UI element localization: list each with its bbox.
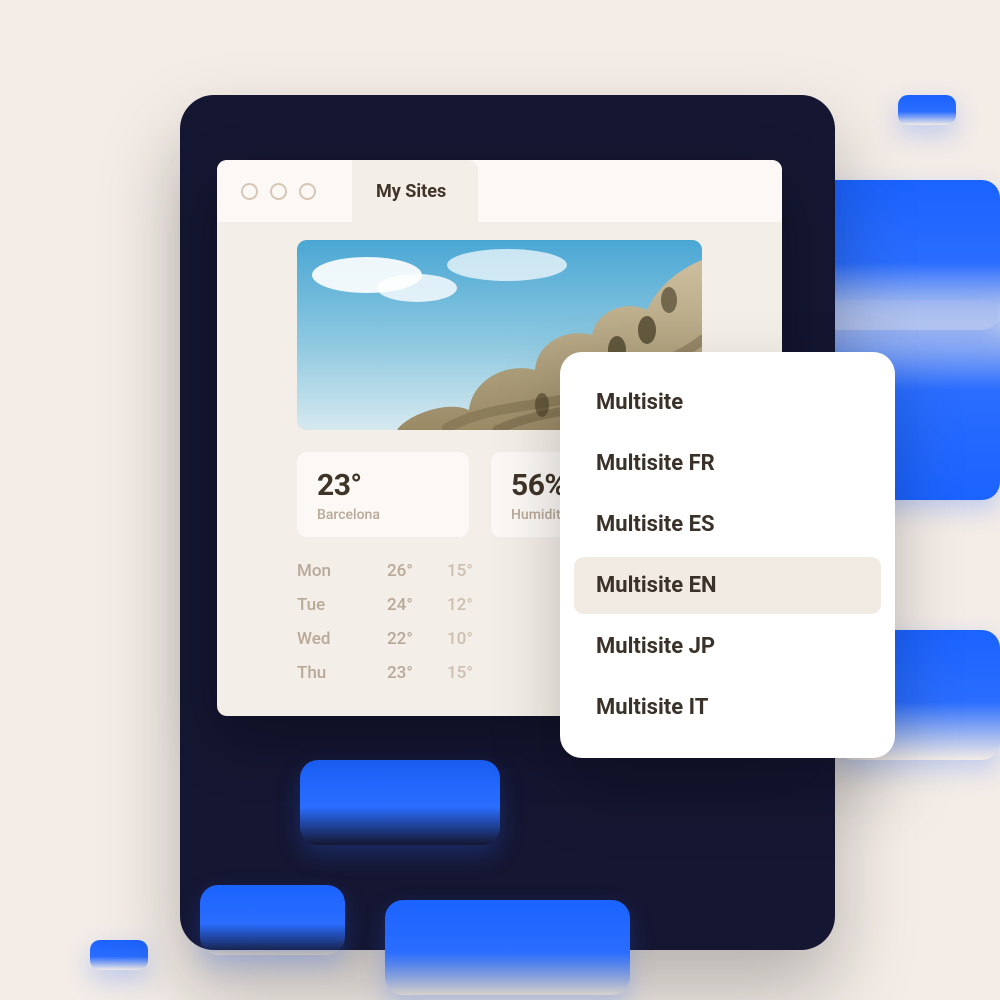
multisite-option[interactable]: Multisite FR (574, 435, 881, 492)
forecast-lo: 15° (447, 561, 507, 581)
decor-blob (200, 885, 345, 955)
forecast-hi: 24° (387, 595, 447, 615)
decor-blob (898, 95, 956, 125)
multisite-option[interactable]: Multisite IT (574, 679, 881, 736)
multisite-option[interactable]: Multisite ES (574, 496, 881, 553)
option-label: Multisite IT (596, 695, 708, 720)
forecast-day: Thu (297, 663, 387, 683)
forecast-hi: 22° (387, 629, 447, 649)
tab-label: My Sites (376, 181, 446, 202)
multisite-option[interactable]: Multisite (574, 374, 881, 431)
forecast-day: Mon (297, 561, 387, 581)
tab-my-sites[interactable]: My Sites (352, 160, 478, 222)
forecast-hi: 23° (387, 663, 447, 683)
multisite-menu[interactable]: Multisite Multisite FR Multisite ES Mult… (560, 352, 895, 758)
traffic-dot[interactable] (270, 183, 287, 200)
temperature-card: 23° Barcelona (297, 452, 469, 537)
option-label: Multisite FR (596, 451, 715, 476)
traffic-dot[interactable] (299, 183, 316, 200)
decor-blob (90, 940, 148, 970)
option-label: Multisite JP (596, 634, 715, 659)
window-controls (217, 183, 352, 200)
forecast-lo: 10° (447, 629, 507, 649)
option-label: Multisite ES (596, 512, 715, 537)
forecast-lo: 15° (447, 663, 507, 683)
multisite-option[interactable]: Multisite JP (574, 618, 881, 675)
forecast-hi: 26° (387, 561, 447, 581)
titlebar: My Sites (217, 160, 782, 222)
option-label: Multisite EN (596, 573, 716, 598)
forecast-day: Wed (297, 629, 387, 649)
temperature-value: 23° (317, 468, 449, 503)
temperature-label: Barcelona (317, 507, 449, 523)
multisite-option[interactable]: Multisite EN (574, 557, 881, 614)
traffic-dot[interactable] (241, 183, 258, 200)
decor-blob (385, 900, 630, 995)
option-label: Multisite (596, 390, 683, 415)
forecast-lo: 12° (447, 595, 507, 615)
forecast-day: Tue (297, 595, 387, 615)
decor-blob (300, 760, 500, 845)
